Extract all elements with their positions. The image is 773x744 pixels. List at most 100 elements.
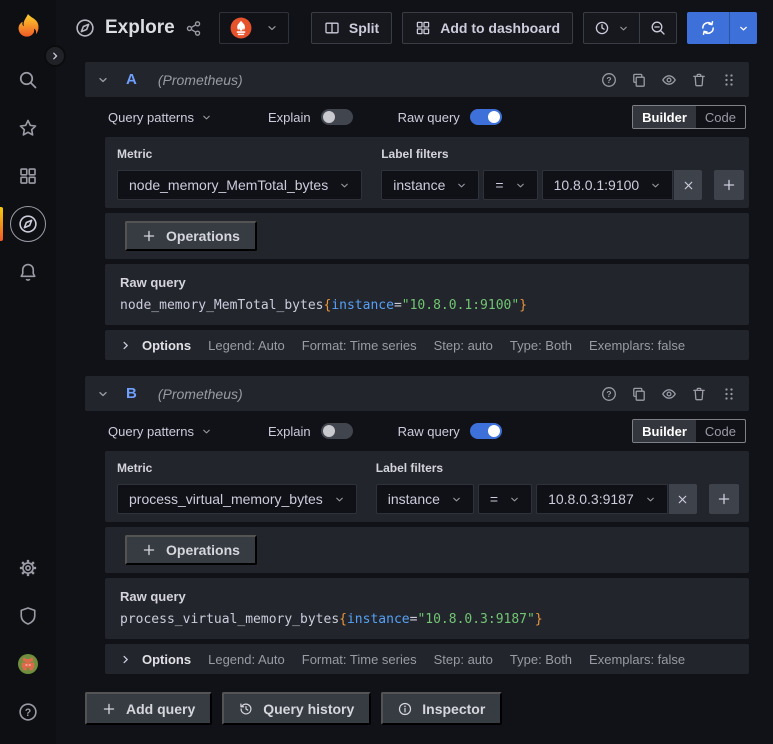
promql-equals: = <box>393 298 402 313</box>
query-patterns-dropdown[interactable]: Query patterns <box>108 424 194 439</box>
remove-filter-button[interactable] <box>668 484 697 514</box>
label-filters-field: Label filters instance = <box>375 461 739 514</box>
filter-value-select[interactable]: 10.8.0.1:9100 <box>541 170 674 200</box>
raw-query-label: Raw query <box>397 109 460 125</box>
grafana-logo-icon[interactable] <box>12 12 44 44</box>
topbar: Explore Split Add to dashboard <box>56 0 773 56</box>
options-title[interactable]: Options <box>142 338 191 353</box>
chevron-down-icon <box>341 183 349 187</box>
hide-response-eye-icon[interactable] <box>661 386 677 402</box>
run-query-dropdown[interactable] <box>729 12 757 44</box>
sidebar-item-help[interactable]: ? <box>0 688 56 736</box>
toggle-knob <box>322 111 335 123</box>
raw-query-expression: node_memory_MemTotal_bytes{instance="10.… <box>120 298 734 314</box>
sidebar-item-dashboards[interactable] <box>0 152 56 200</box>
plus-icon <box>143 230 155 242</box>
drag-handle-icon[interactable] <box>721 386 737 402</box>
query-body: Query patterns Explain Raw query Builder… <box>105 417 749 674</box>
query-toolbar: Query patterns Explain Raw query Builder… <box>105 103 749 131</box>
sidebar-item-security[interactable] <box>0 592 56 640</box>
sidebar-item-alerting[interactable] <box>0 248 56 296</box>
filter-operator-select[interactable]: = <box>483 170 538 200</box>
remove-query-trash-icon[interactable] <box>691 386 707 402</box>
query-help-icon[interactable]: ? <box>601 72 617 88</box>
label-filters-label: Label filters <box>375 461 444 475</box>
dashboard-grid-icon <box>416 21 430 35</box>
promql-label: instance <box>331 298 394 313</box>
split-button[interactable]: Split <box>310 12 393 44</box>
chevron-down-icon <box>99 391 107 396</box>
sidebar-expand-button[interactable] <box>44 45 66 67</box>
add-query-button[interactable]: Add query <box>85 692 213 725</box>
raw-query-toggle[interactable] <box>469 109 502 125</box>
toggle-knob <box>487 111 500 123</box>
code-mode-button[interactable]: Code <box>696 420 745 442</box>
options-exemplars: Exemplars: false <box>589 651 686 667</box>
options-expand-button[interactable] <box>120 340 131 351</box>
svg-text:?: ? <box>606 75 611 85</box>
filter-operator-value: = <box>495 177 504 193</box>
zoom-out-button[interactable] <box>640 13 676 43</box>
filter-label-select[interactable]: instance <box>381 170 480 200</box>
editor-mode-switch: Builder Code <box>632 105 746 129</box>
query-history-button[interactable]: Query history <box>222 692 372 725</box>
explore-compass-icon <box>76 19 94 37</box>
add-operation-button[interactable]: Operations <box>125 535 257 565</box>
filter-value-select[interactable]: 10.8.0.3:9187 <box>536 484 668 514</box>
query-editor-a: A (Prometheus) ? Query patterns Explain … <box>85 62 749 360</box>
chevron-down-icon[interactable] <box>201 112 212 123</box>
raw-query-toggle[interactable] <box>469 423 502 439</box>
options-expand-button[interactable] <box>120 654 131 665</box>
chevron-down-icon[interactable] <box>201 426 212 437</box>
plus-icon <box>718 493 729 505</box>
datasource-picker[interactable] <box>218 12 289 44</box>
collapse-query-button[interactable] <box>97 388 109 400</box>
remove-query-trash-icon[interactable] <box>691 72 707 88</box>
svg-text:?: ? <box>606 389 611 399</box>
run-query-button[interactable] <box>687 12 757 44</box>
promql-brace: } <box>534 612 543 627</box>
hide-response-eye-icon[interactable] <box>661 72 677 88</box>
query-patterns-dropdown[interactable]: Query patterns <box>108 110 194 125</box>
builder-mode-button[interactable]: Builder <box>633 106 696 128</box>
remove-filter-button[interactable] <box>674 170 703 200</box>
metric-select[interactable]: process_virtual_memory_bytes <box>117 484 357 514</box>
drag-handle-icon[interactable] <box>721 72 737 88</box>
sidebar-item-favorites[interactable] <box>0 104 56 152</box>
explain-toggle[interactable] <box>320 109 353 125</box>
query-options-card: Options Legend: Auto Format: Time series… <box>105 330 749 360</box>
plus-icon <box>103 703 115 714</box>
chevron-down-icon <box>453 497 460 501</box>
promql-brace: { <box>339 612 347 627</box>
raw-query-expression: process_virtual_memory_bytes{instance="1… <box>120 612 734 628</box>
options-format: Format: Time series <box>301 651 417 667</box>
chevron-right-icon <box>53 52 58 60</box>
duplicate-query-icon[interactable] <box>631 386 647 402</box>
share-icon[interactable] <box>185 20 202 37</box>
query-body: Query patterns Explain Raw query Builder… <box>105 103 749 360</box>
sidebar-nav <box>0 56 56 296</box>
collapse-query-button[interactable] <box>97 74 109 86</box>
time-picker-button[interactable] <box>584 13 639 43</box>
explain-toggle[interactable] <box>320 423 353 439</box>
sidebar-item-explore[interactable] <box>0 200 56 248</box>
filter-label-select[interactable]: instance <box>375 484 474 514</box>
filter-operator-select[interactable]: = <box>477 484 533 514</box>
query-help-icon[interactable]: ? <box>601 386 617 402</box>
add-to-dashboard-button[interactable]: Add to dashboard <box>402 12 573 44</box>
metric-select[interactable]: node_memory_MemTotal_bytes <box>117 170 363 200</box>
code-mode-button[interactable]: Code <box>696 106 745 128</box>
inspector-button[interactable]: Inspector <box>381 692 503 725</box>
prometheus-logo-icon <box>230 17 252 39</box>
options-title[interactable]: Options <box>142 652 191 667</box>
sidebar-item-settings[interactable] <box>0 544 56 592</box>
builder-mode-button[interactable]: Builder <box>633 420 696 442</box>
query-ref-id[interactable]: B <box>126 385 137 402</box>
add-filter-button[interactable] <box>708 484 739 514</box>
duplicate-query-icon[interactable] <box>631 72 647 88</box>
add-filter-button[interactable] <box>714 170 745 200</box>
add-operation-button[interactable]: Operations <box>125 221 257 251</box>
query-ref-id[interactable]: A <box>126 71 137 88</box>
sidebar-item-profile[interactable] <box>0 640 56 688</box>
metric-builder-card: Metric node_memory_MemTotal_bytes Label … <box>105 137 749 208</box>
